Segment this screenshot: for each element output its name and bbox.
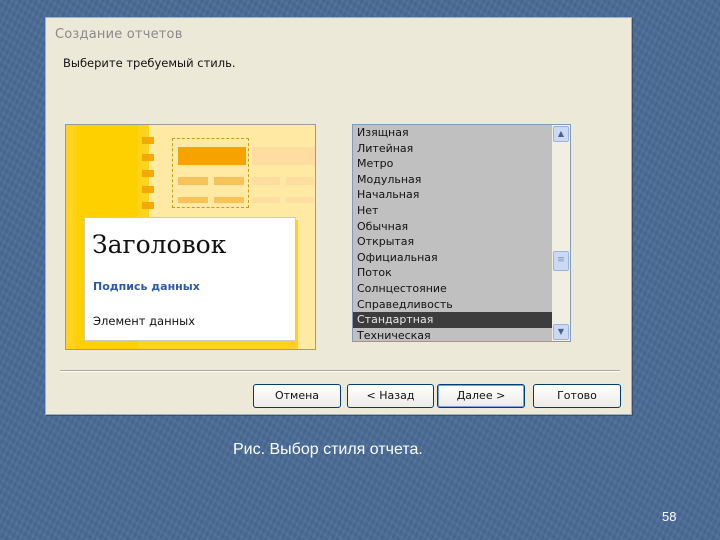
- style-list-item[interactable]: Солнцестояние: [353, 281, 552, 297]
- preview-binder-mark: [142, 170, 154, 177]
- style-list-item[interactable]: Справедливость: [353, 297, 552, 313]
- chevron-down-icon: ▼: [557, 327, 565, 336]
- preview-binder-mark: [142, 137, 154, 144]
- style-list-item[interactable]: Официальная: [353, 250, 552, 266]
- preview-cell: [214, 177, 244, 185]
- style-list-item[interactable]: Нет: [353, 203, 552, 219]
- preview-cell: [286, 177, 314, 185]
- style-listbox[interactable]: Изящная Литейная Метро Модульная Начальная Не…: [352, 124, 571, 342]
- scroll-down-button[interactable]: ▼: [553, 324, 569, 340]
- dialog-title: Создание отчетов: [55, 27, 183, 42]
- preview-light-edge: [298, 220, 315, 349]
- style-list-item[interactable]: Литейная: [353, 141, 552, 157]
- style-list-items: Изящная Литейная Метро Модульная Начальная Не…: [353, 125, 552, 341]
- preview-cell: [214, 197, 244, 203]
- preview-field: Элемент данных: [93, 314, 196, 328]
- preview-binder-mark: [142, 202, 154, 209]
- page-number: 58: [662, 509, 677, 524]
- preview-cell: [252, 177, 280, 185]
- style-list-item[interactable]: Модульная: [353, 172, 552, 188]
- scroll-up-button[interactable]: ▲: [553, 126, 569, 142]
- style-list-item[interactable]: Начальная: [353, 187, 552, 203]
- finish-button[interactable]: Готово: [533, 384, 621, 408]
- style-preview: Заголовок Подпись данных Элемент данных: [65, 124, 316, 350]
- back-button[interactable]: < Назад: [347, 384, 434, 408]
- preview-card: Заголовок Подпись данных Элемент данных: [84, 217, 296, 341]
- grip-icon: ≡: [557, 255, 565, 265]
- preview-header-pale: [252, 147, 315, 165]
- list-scrollbar[interactable]: ▲ ≡ ▼: [552, 125, 570, 341]
- preview-cell: [286, 197, 314, 203]
- preview-cell: [178, 177, 208, 185]
- preview-heading: Заголовок: [92, 230, 227, 259]
- dialog-instruction: Выберите требуемый стиль.: [63, 56, 236, 70]
- style-list-item[interactable]: Поток: [353, 265, 552, 281]
- dialog-divider: [60, 370, 620, 372]
- chevron-up-icon: ▲: [557, 129, 565, 138]
- preview-binder-mark: [142, 186, 154, 193]
- figure-caption: Рис. Выбор стиля отчета.: [233, 441, 423, 458]
- style-list-item[interactable]: Техническая: [353, 328, 552, 341]
- preview-binder-mark: [142, 154, 154, 161]
- preview-cell: [178, 197, 208, 203]
- cancel-button[interactable]: Отмена: [253, 384, 341, 408]
- style-list-item[interactable]: Метро: [353, 156, 552, 172]
- scroll-thumb[interactable]: ≡: [553, 251, 569, 271]
- next-button[interactable]: Далее >: [437, 384, 525, 408]
- style-list-item[interactable]: Изящная: [353, 125, 552, 141]
- preview-header-bar: [178, 147, 246, 165]
- preview-caption: Подпись данных: [93, 280, 200, 293]
- preview-cell: [252, 197, 280, 203]
- style-list-item[interactable]: Открытая: [353, 234, 552, 250]
- style-list-item[interactable]: Стандартная: [353, 312, 552, 328]
- style-list-item[interactable]: Обычная: [353, 219, 552, 235]
- report-wizard-dialog: Создание отчетов Выберите требуемый стил…: [45, 17, 632, 415]
